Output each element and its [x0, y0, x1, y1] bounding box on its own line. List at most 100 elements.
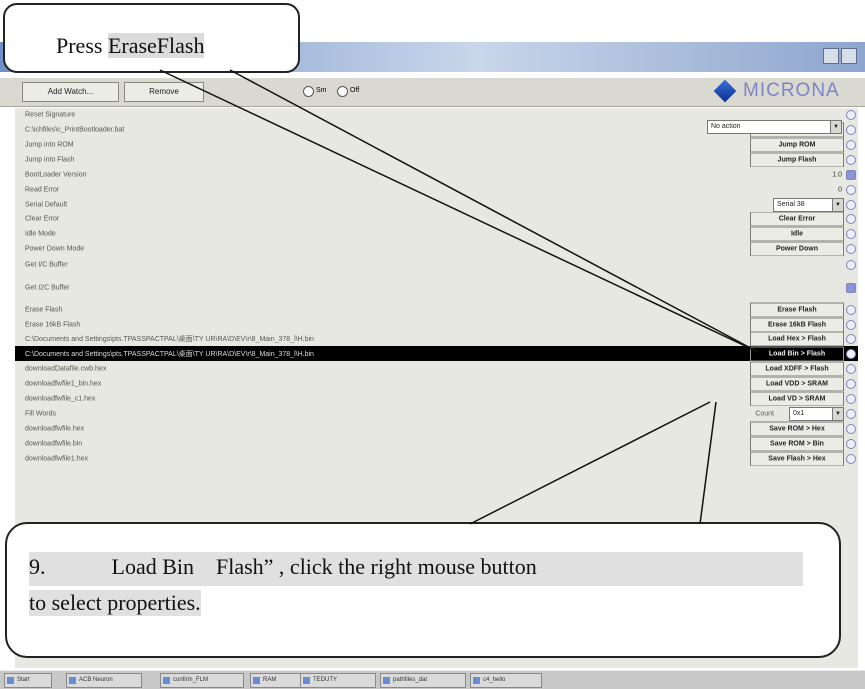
callout-bottom-line1: 9. Load Bin Flash” , click the right mou… — [29, 554, 537, 579]
refresh-icon[interactable] — [846, 408, 856, 419]
callout-bottom-line2: to select properties. — [29, 590, 201, 616]
refresh-icon[interactable] — [846, 334, 856, 344]
dropdown-arrow-icon[interactable]: ▼ — [832, 407, 843, 420]
refresh-icon[interactable] — [846, 124, 856, 135]
row-action-button[interactable]: Save ROM > Hex — [750, 421, 844, 436]
row-action-button[interactable]: Erase 16kB Flash — [750, 317, 844, 332]
refresh-icon[interactable] — [846, 423, 856, 434]
action-select-value: No action — [711, 123, 741, 130]
row-label: Jump into Flash — [25, 156, 75, 163]
row-label: C:\Documents and Settings\pts.TPASSPACTP… — [25, 336, 314, 343]
row-label: downloadfwfile.bin — [25, 440, 83, 447]
refresh-icon[interactable] — [846, 378, 856, 389]
row-action-button[interactable]: Jump ROM — [750, 137, 844, 152]
command-row: C:\Documents and Settings\pts.TPASSPACTP… — [15, 332, 858, 346]
row-action-button[interactable]: Load VDD > SRAM — [750, 376, 844, 391]
close-icon[interactable] — [841, 48, 857, 64]
row-label: Erase 16kB Flash — [25, 321, 81, 328]
taskbar-item[interactable]: confirm_FLM — [160, 673, 244, 688]
micronas-logo: MICRONA — [713, 79, 857, 104]
taskbar-item[interactable]: TEDUTY — [300, 673, 376, 688]
refresh-icon[interactable] — [846, 214, 856, 224]
command-row: Idle Mode Idle — [15, 226, 858, 241]
command-row: downloadfwfile_c1.hex Load VD > SRAM — [15, 391, 858, 406]
refresh-icon[interactable] — [846, 260, 856, 270]
logo-diamond-icon — [713, 79, 737, 103]
row-select-value: 0x1 — [793, 409, 805, 417]
command-row: downloadfwfile.hex Save ROM > Hex — [15, 421, 858, 436]
refresh-icon[interactable] — [846, 184, 856, 195]
taskbar-item[interactable]: RAM — [250, 673, 306, 688]
dropdown-arrow-icon[interactable]: ▼ — [830, 121, 841, 133]
refresh-icon[interactable] — [846, 228, 856, 239]
row-label: Read Error — [25, 186, 60, 193]
row-label: downloadfwfile1.hex — [25, 455, 89, 462]
row-action-button[interactable]: Idle — [750, 226, 844, 241]
row-label: BootLoader Version — [25, 171, 87, 178]
command-row: Get I/C Buffer — [15, 256, 858, 274]
row-label: Power Down Mode — [25, 245, 85, 252]
refresh-icon[interactable] — [846, 110, 856, 120]
row-action-button[interactable]: Save ROM > Bin — [750, 436, 844, 451]
refresh-icon[interactable] — [846, 283, 856, 293]
add-watch-button[interactable]: Add Watch... — [22, 82, 119, 102]
row-action-button[interactable]: Load Bin > Flash — [750, 346, 844, 361]
dropdown-arrow-icon[interactable]: ▼ — [832, 198, 843, 211]
row-action-button[interactable]: Clear Error — [750, 212, 844, 226]
row-label: Serial Default — [25, 201, 68, 208]
row-select[interactable]: 0x1 ▼ — [789, 406, 844, 421]
refresh-icon[interactable] — [846, 243, 856, 254]
row-label: Reset Signature — [25, 111, 76, 119]
taskbar-item[interactable]: ACB Neuron — [66, 673, 142, 688]
logo-text: MICRONA — [743, 80, 840, 101]
command-row: downloadfwfile1.hex Save Flash > Hex — [15, 451, 858, 466]
refresh-icon[interactable] — [846, 169, 856, 180]
row-label: Idle Mode — [25, 230, 56, 237]
refresh-icon[interactable] — [846, 319, 856, 330]
callout-top-highlight: EraseFlash — [107, 33, 205, 58]
command-row: C:\Documents and Settings\pts.TPASSPACTP… — [15, 346, 858, 361]
row-select-value: Serial 38 — [777, 200, 805, 208]
row-action-button[interactable]: Power Down — [750, 241, 844, 256]
refresh-icon[interactable] — [846, 154, 856, 165]
row-value: 1.0 — [832, 171, 842, 178]
row-select[interactable]: Serial 38 ▼ — [773, 197, 844, 212]
taskbar-item[interactable]: pathfiles_dat — [380, 673, 466, 688]
row-action-button[interactable]: Erase Flash — [750, 302, 844, 317]
refresh-icon[interactable] — [846, 304, 856, 315]
command-row: downloadDatafile.cwb.hex Load XDFF > Flas… — [15, 361, 858, 376]
radio-option-a-label: Sm — [316, 87, 327, 94]
row-label: C:\ichfiles\c_PrintBootloader.bat — [25, 126, 125, 133]
remove-button[interactable]: Remove — [124, 82, 204, 102]
row-label: Clear Error — [25, 215, 60, 223]
command-row: Power Down Mode Power Down — [15, 241, 858, 256]
taskbar-item[interactable]: c4_hello — [470, 673, 542, 688]
callout-top-prefix: Press — [56, 33, 108, 58]
radio-option-a[interactable] — [303, 86, 314, 97]
row-value: 0 — [838, 186, 842, 193]
command-row: BootLoader Version 1.0 — [15, 167, 858, 182]
callout-press-eraseflash: Press EraseFlash — [3, 3, 300, 73]
row-action-button[interactable]: Jump Flash — [750, 152, 844, 167]
row-label: Get I2C Buffer — [25, 284, 70, 292]
row-action-button[interactable]: Load XDFF > Flash — [750, 361, 844, 376]
minimize-icon[interactable] — [823, 48, 839, 64]
refresh-icon[interactable] — [846, 199, 856, 210]
refresh-icon[interactable] — [846, 348, 856, 359]
row-label: Get I/C Buffer — [25, 261, 68, 269]
radio-option-b[interactable] — [337, 86, 348, 97]
refresh-icon[interactable] — [846, 139, 856, 150]
refresh-icon[interactable] — [846, 363, 856, 374]
command-row: Fill Words 0x1 ▼ Count — [15, 406, 858, 421]
refresh-icon[interactable] — [846, 393, 856, 404]
action-select[interactable]: No action ▼ — [707, 120, 842, 134]
fill-count-label: Count — [755, 410, 774, 417]
refresh-icon[interactable] — [846, 438, 856, 449]
start-button[interactable]: Start — [4, 673, 52, 688]
command-row: Jump into Flash Jump Flash — [15, 152, 858, 167]
row-action-button[interactable]: Load VD > SRAM — [750, 391, 844, 406]
row-label: downloadfwfile1_bin.hex — [25, 380, 102, 387]
refresh-icon[interactable] — [846, 453, 856, 464]
row-action-button[interactable]: Load Hex > Flash — [750, 332, 844, 346]
row-action-button[interactable]: Save Flash > Hex — [750, 451, 844, 466]
